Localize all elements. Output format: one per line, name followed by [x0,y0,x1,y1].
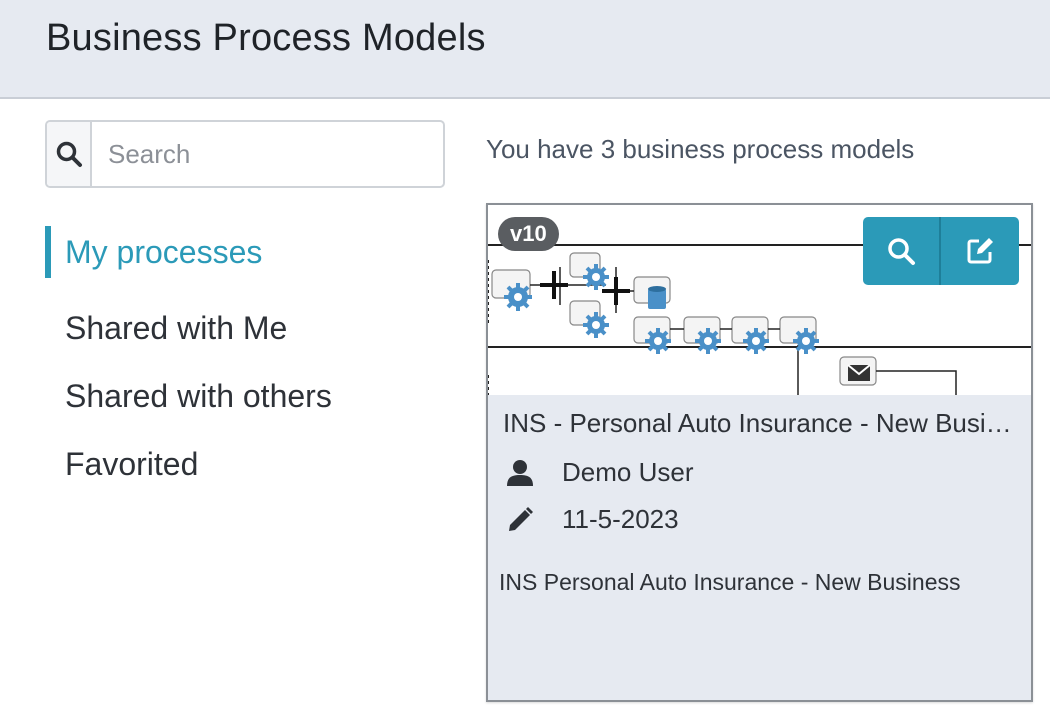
search-icon [888,238,915,265]
search-icon [56,141,82,167]
process-diagram-thumbnail[interactable]: v10 [488,205,1031,395]
owner-name: Demo User [562,457,694,487]
nav-item-favorited[interactable]: Favorited [45,430,445,498]
user-icon [507,459,533,486]
view-button[interactable] [863,217,941,285]
nav-item-shared-with-me[interactable]: Shared with Me [45,294,445,362]
search-box [45,120,445,188]
pencil-icon [509,506,533,531]
page-title: Business Process Models [46,17,486,59]
process-model-card[interactable]: v10 INS - Personal Auto Insurance - New … [486,203,1033,702]
version-badge: v10 [498,217,559,251]
edit-button[interactable] [941,217,1019,285]
modified-date: 11-5-2023 [562,504,679,534]
search-input[interactable] [92,122,443,186]
card-description: INS Personal Auto Insurance - New Busine… [499,569,961,595]
nav-item-my-processes[interactable]: My processes [45,226,445,278]
page-header: Business Process Models [0,0,1050,99]
sidebar-nav: My processes Shared with Me Shared with … [45,226,445,498]
search-button[interactable] [47,122,92,186]
card-title[interactable]: INS - Personal Auto Insurance - New Busi… [503,408,1023,439]
nav-item-shared-with-others[interactable]: Shared with others [45,362,445,430]
card-actions [863,217,1019,285]
owner-row: Demo User [506,457,693,488]
modified-row: 11-5-2023 [506,504,679,535]
edit-icon [967,238,993,264]
model-count-text: You have 3 business process models [486,134,915,164]
